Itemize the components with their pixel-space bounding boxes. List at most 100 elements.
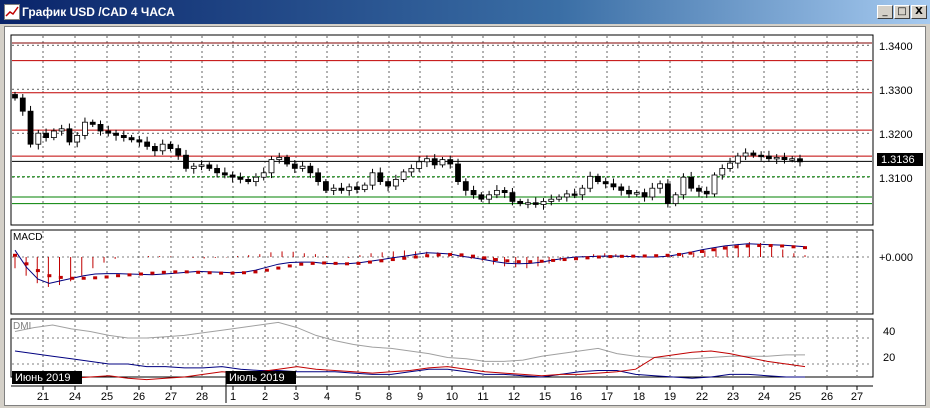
candle-body bbox=[291, 163, 298, 169]
chart-area[interactable]: 1.3400 1.3300 1.3200 1.3100 1.3136 MACD … bbox=[4, 26, 926, 406]
macd-signal-point bbox=[699, 249, 704, 253]
dmi-panel[interactable]: DMI 40 20 bbox=[10, 318, 895, 381]
candle-body bbox=[260, 172, 267, 178]
candle-body bbox=[315, 172, 322, 183]
day-label: 19 bbox=[664, 391, 676, 403]
day-label: 24 bbox=[69, 391, 81, 403]
chart-canvas[interactable]: 1.3400 1.3300 1.3200 1.3100 1.3136 MACD … bbox=[5, 27, 925, 405]
macd-panel[interactable]: MACD +0.000 bbox=[10, 229, 913, 315]
macd-signal-point bbox=[47, 274, 52, 278]
macd-signal-point bbox=[322, 261, 327, 265]
macd-zero-label: +0.000 bbox=[879, 252, 913, 264]
candle-body bbox=[136, 139, 143, 143]
close-button[interactable]: X bbox=[911, 5, 927, 19]
macd-panel-frame bbox=[10, 229, 874, 315]
candle-body bbox=[618, 186, 625, 191]
current-price-label: 1.3136 bbox=[881, 154, 915, 166]
candle-body bbox=[478, 194, 485, 200]
candle-body bbox=[602, 181, 609, 185]
candle-body bbox=[532, 202, 539, 205]
price-tick: 1.3400 bbox=[879, 41, 913, 53]
macd-signal-point bbox=[436, 253, 441, 257]
candle-body bbox=[711, 174, 718, 195]
candle-body bbox=[190, 165, 197, 169]
candle-body bbox=[703, 190, 710, 195]
candle-body bbox=[657, 183, 663, 189]
candle-body bbox=[198, 164, 205, 167]
macd-signal-point bbox=[608, 255, 613, 259]
candle-body bbox=[322, 181, 329, 191]
candle-body bbox=[377, 172, 384, 183]
macd-label: MACD bbox=[13, 232, 42, 243]
macd-signal-point bbox=[104, 275, 109, 279]
candle-body bbox=[408, 167, 415, 173]
candle-body bbox=[548, 198, 555, 202]
candle-body bbox=[183, 154, 189, 169]
macd-signal-point bbox=[780, 244, 785, 248]
candle-body bbox=[424, 158, 430, 163]
candle-body bbox=[82, 121, 88, 136]
macd-signal-point bbox=[642, 254, 647, 258]
macd-signal-point bbox=[356, 261, 361, 265]
macd-signal-point bbox=[24, 262, 29, 266]
macd-signal-point bbox=[413, 255, 418, 259]
maximize-button[interactable]: □ bbox=[894, 5, 910, 19]
candle-body bbox=[688, 176, 695, 189]
candle-body bbox=[253, 176, 259, 182]
candle-body bbox=[579, 187, 586, 196]
macd-signal-point bbox=[665, 253, 670, 257]
dmi-label: DMI bbox=[13, 321, 31, 332]
candle-body bbox=[431, 158, 438, 166]
window-titlebar[interactable]: График USD /CAD 4 ЧАСА _ □ X bbox=[0, 0, 930, 24]
macd-signal-point bbox=[722, 246, 727, 250]
price-panel[interactable]: 1.3400 1.3300 1.3200 1.3100 1.3136 bbox=[10, 34, 923, 226]
candle-body bbox=[734, 155, 741, 164]
macd-signal-point bbox=[127, 273, 132, 277]
day-label: 23 bbox=[727, 391, 739, 403]
candle-body bbox=[206, 164, 213, 169]
day-label: 11 bbox=[477, 391, 488, 403]
macd-signal-point bbox=[619, 254, 624, 258]
candle-body bbox=[74, 135, 81, 143]
macd-signal-point bbox=[299, 262, 304, 266]
candle-body bbox=[221, 172, 228, 176]
macd-signal-point bbox=[539, 259, 544, 263]
candle-body bbox=[307, 165, 314, 174]
macd-signal-point bbox=[528, 260, 533, 264]
price-tick: 1.3100 bbox=[879, 173, 913, 185]
month-label: Июль 2019 bbox=[229, 372, 285, 384]
macd-signal-point bbox=[207, 271, 212, 275]
day-label: 16 bbox=[570, 391, 582, 403]
macd-signal-point bbox=[654, 254, 659, 258]
macd-signal-point bbox=[253, 270, 258, 274]
macd-signal-point bbox=[562, 258, 567, 262]
candle-body bbox=[680, 176, 687, 196]
macd-signal-point bbox=[551, 258, 556, 262]
price-tick: 1.3300 bbox=[879, 85, 913, 97]
candle-body bbox=[509, 192, 516, 202]
minimize-button[interactable]: _ bbox=[877, 5, 893, 19]
macd-signal-point bbox=[745, 244, 750, 248]
candle-body bbox=[470, 189, 477, 196]
macd-signal-point bbox=[81, 276, 86, 280]
candle-body bbox=[587, 175, 594, 189]
candle-body bbox=[610, 183, 617, 188]
candle-body bbox=[330, 187, 337, 191]
macd-signal-point bbox=[470, 254, 475, 258]
macd-signal-point bbox=[264, 268, 269, 272]
macd-signal-point bbox=[219, 271, 224, 275]
candle-body bbox=[354, 186, 360, 190]
dmi-panel-frame bbox=[10, 318, 874, 378]
macd-signal-point bbox=[677, 252, 682, 256]
candle-body bbox=[626, 189, 632, 195]
month-label: Июнь 2019 bbox=[15, 372, 71, 384]
macd-signal-point bbox=[791, 245, 796, 249]
candle-body bbox=[595, 175, 601, 183]
candle-body bbox=[789, 158, 796, 161]
candle-body bbox=[338, 187, 345, 191]
macd-signal-point bbox=[574, 257, 579, 261]
candle-body bbox=[649, 187, 656, 198]
day-label: 28 bbox=[196, 391, 208, 403]
day-label: 25 bbox=[101, 391, 113, 403]
day-label: 2 bbox=[262, 391, 268, 403]
